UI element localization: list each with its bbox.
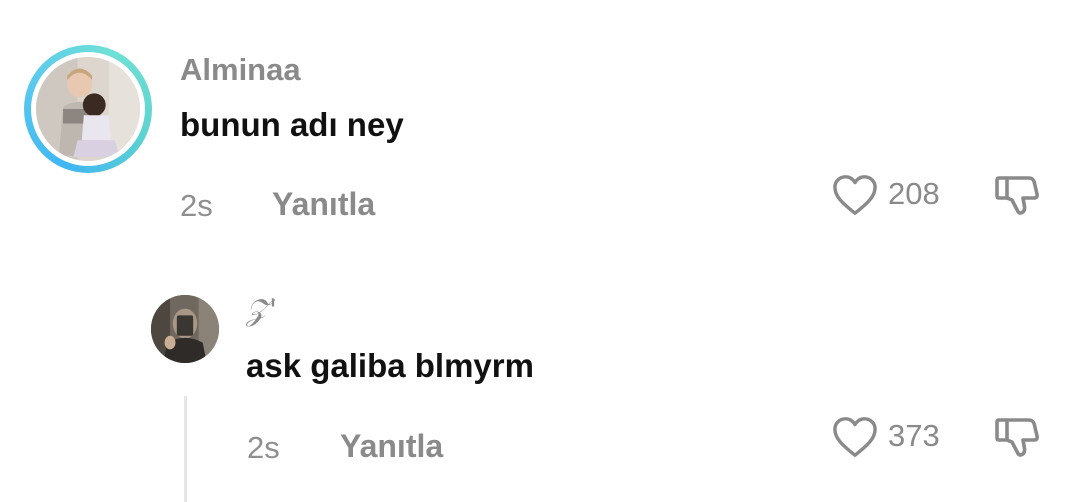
thumbs-down-outline-icon[interactable]	[993, 172, 1041, 218]
comment-avatar[interactable]	[24, 45, 152, 173]
avatar-ring-gap	[31, 52, 145, 166]
comment-username[interactable]: Alminaa	[180, 54, 301, 85]
thumbs-down-outline-icon[interactable]	[993, 414, 1041, 460]
comment-reply-button[interactable]: Yanıtla	[272, 188, 375, 220]
heart-outline-icon[interactable]	[832, 415, 878, 459]
heart-outline-icon[interactable]	[832, 173, 878, 217]
reply-timestamp: 2s	[247, 430, 280, 465]
comment-like-count: 208	[888, 176, 940, 211]
avatar-photo	[36, 57, 140, 161]
reply-text: ask galiba blmyrm	[246, 347, 534, 384]
reply-reply-button[interactable]: Yanıtla	[340, 430, 443, 462]
reply-avatar[interactable]	[151, 295, 219, 363]
reply-username[interactable]: 𝒵'	[246, 296, 277, 326]
comment-text: bunun adı ney	[180, 106, 404, 143]
comment-timestamp: 2s	[180, 188, 213, 223]
reply-like-count: 373	[888, 418, 940, 453]
thread-line	[184, 396, 187, 502]
